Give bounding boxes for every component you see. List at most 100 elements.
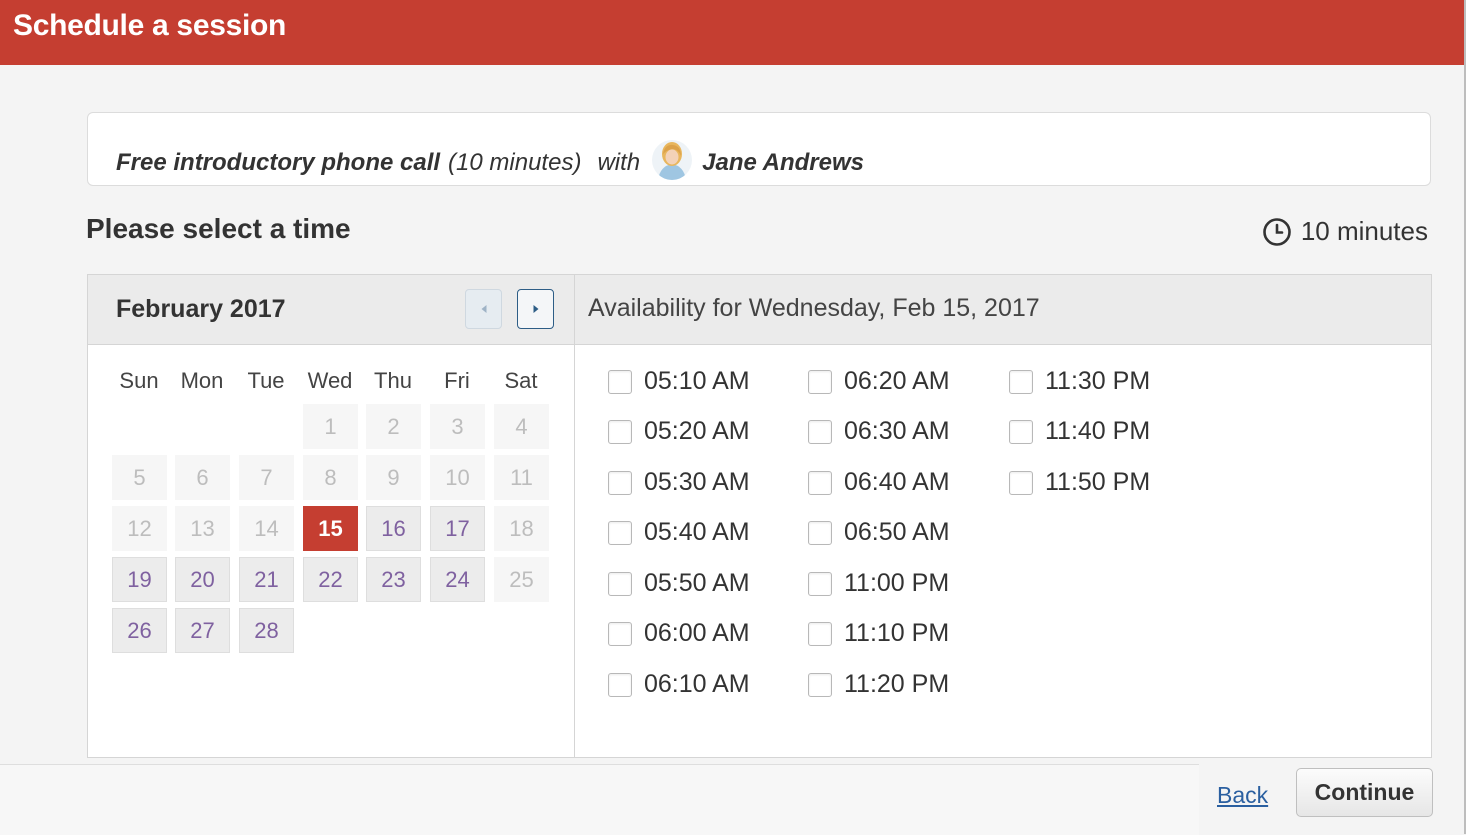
time-slot[interactable]: 05:30 AM: [608, 468, 750, 497]
time-slot-label: 11:10 PM: [844, 619, 950, 647]
calendar-day: 18: [494, 506, 549, 551]
time-slot-checkbox[interactable]: [608, 621, 632, 646]
weekday-label: Sat: [504, 368, 538, 393]
time-slot-checkbox[interactable]: [1009, 419, 1033, 444]
calendar-day: 7: [239, 455, 294, 500]
time-slot[interactable]: 11:40 PM: [1009, 417, 1150, 446]
weekday-label: Mon: [180, 368, 224, 393]
time-slot-checkbox[interactable]: [808, 419, 832, 444]
time-slot-checkbox[interactable]: [808, 470, 832, 495]
service-name: Free introductory phone call: [116, 149, 441, 176]
time-slot[interactable]: 05:10 AM: [608, 367, 750, 396]
time-slot-label: 06:50 AM: [844, 518, 950, 546]
time-slot-label: 05:30 AM: [644, 468, 750, 496]
calendar-day: 12: [112, 506, 167, 551]
time-slot-label: 11:20 PM: [844, 670, 950, 698]
time-slot-checkbox[interactable]: [808, 520, 832, 545]
time-slot[interactable]: 06:40 AM: [808, 468, 950, 497]
time-slot[interactable]: 11:50 PM: [1009, 468, 1150, 497]
time-slot[interactable]: 06:00 AM: [608, 619, 750, 648]
weekday-label: Fri: [444, 368, 470, 393]
time-slot-checkbox[interactable]: [808, 621, 832, 646]
time-slot[interactable]: 11:10 PM: [808, 619, 949, 648]
calendar-day[interactable]: 16: [366, 506, 421, 551]
weekday-label: Thu: [374, 368, 412, 393]
time-slot-checkbox[interactable]: [608, 369, 632, 394]
calendar-day: 3: [430, 404, 485, 449]
time-slot[interactable]: 06:30 AM: [808, 417, 950, 446]
calendar-day: 9: [366, 455, 421, 500]
duration-label: 10 minutes: [1300, 216, 1428, 246]
calendar-day[interactable]: 23: [366, 557, 421, 602]
footer-bar: [0, 764, 1199, 835]
time-slot-checkbox[interactable]: [608, 520, 632, 545]
time-slot-checkbox[interactable]: [608, 571, 632, 596]
time-slot[interactable]: 06:20 AM: [808, 367, 950, 396]
calendar-day[interactable]: 27: [175, 608, 230, 653]
session-summary: Free introductory phone call (10 minutes…: [116, 140, 864, 183]
calendar-day[interactable]: 19: [112, 557, 167, 602]
calendar-day: 1: [303, 404, 358, 449]
weekday-label: Sun: [119, 368, 159, 393]
time-slot-label: 11:00 PM: [844, 569, 950, 597]
time-slot-label: 05:10 AM: [644, 367, 750, 395]
time-slot[interactable]: 11:00 PM: [808, 569, 949, 598]
time-slot-label: 11:30 PM: [1045, 367, 1151, 395]
calendar-day: 4: [494, 404, 549, 449]
calendar-day[interactable]: 28: [239, 608, 294, 653]
session-info-card: Free introductory phone call (10 minutes…: [87, 112, 1431, 186]
time-slot-checkbox[interactable]: [1009, 369, 1033, 394]
continue-button[interactable]: Continue: [1296, 768, 1433, 817]
next-month-button[interactable]: [517, 289, 554, 329]
time-slot[interactable]: 11:30 PM: [1009, 367, 1150, 396]
weekday-label: Tue: [247, 368, 285, 393]
app-header: Schedule a session: [0, 0, 1466, 65]
time-slot[interactable]: 06:50 AM: [808, 518, 950, 547]
time-slot-checkbox[interactable]: [608, 419, 632, 444]
time-slot-label: 06:00 AM: [644, 619, 750, 647]
time-slot-label: 06:40 AM: [844, 468, 950, 496]
time-slot-checkbox[interactable]: [808, 672, 832, 697]
calendar-day[interactable]: 20: [175, 557, 230, 602]
time-slot-label: 05:20 AM: [644, 417, 750, 445]
calendar-day[interactable]: 24: [430, 557, 485, 602]
time-slot-checkbox[interactable]: [608, 470, 632, 495]
chevron-right-icon: [533, 305, 538, 313]
time-slot[interactable]: 06:10 AM: [608, 670, 750, 699]
time-slot[interactable]: 05:50 AM: [608, 569, 750, 598]
weekday-label: Wed: [307, 368, 353, 393]
calendar-day-selected[interactable]: 15: [303, 506, 358, 551]
service-duration: (10 minutes): [448, 149, 582, 176]
calendar-day[interactable]: 26: [112, 608, 167, 653]
calendar-day: 10: [430, 455, 485, 500]
time-slot-checkbox[interactable]: [808, 571, 832, 596]
provider-name: Jane Andrews: [702, 149, 864, 176]
prev-month-button[interactable]: [465, 289, 502, 329]
time-slot-label: 05:50 AM: [644, 569, 750, 597]
calendar-day: 6: [175, 455, 230, 500]
calendar-day[interactable]: 22: [303, 557, 358, 602]
calendar-day: 5: [112, 455, 167, 500]
time-slot-label: 06:10 AM: [644, 670, 750, 698]
time-slot[interactable]: 05:20 AM: [608, 417, 750, 446]
calendar-day[interactable]: 21: [239, 557, 294, 602]
with-label: with: [597, 149, 641, 176]
scheduler-panel: February 2017 Availability for Wednesday…: [87, 274, 1432, 758]
section-title: Please select a time: [86, 213, 351, 244]
panel-divider: [574, 275, 575, 757]
time-slot-checkbox[interactable]: [808, 369, 832, 394]
calendar-day[interactable]: 17: [430, 506, 485, 551]
calendar-day: 2: [366, 404, 421, 449]
time-slot-checkbox[interactable]: [608, 672, 632, 697]
time-slot[interactable]: 05:40 AM: [608, 518, 750, 547]
back-link[interactable]: Back: [1217, 782, 1268, 809]
time-slot-label: 05:40 AM: [644, 518, 750, 546]
panel-header: February 2017 Availability for Wednesday…: [88, 275, 1431, 345]
time-slot[interactable]: 11:20 PM: [808, 670, 949, 699]
calendar-day: 25: [494, 557, 549, 602]
avatar: [652, 140, 693, 180]
time-slot-label: 06:20 AM: [844, 367, 950, 395]
chevron-left-icon: [481, 305, 486, 313]
time-slot-checkbox[interactable]: [1009, 470, 1033, 495]
calendar-day: 14: [239, 506, 294, 551]
